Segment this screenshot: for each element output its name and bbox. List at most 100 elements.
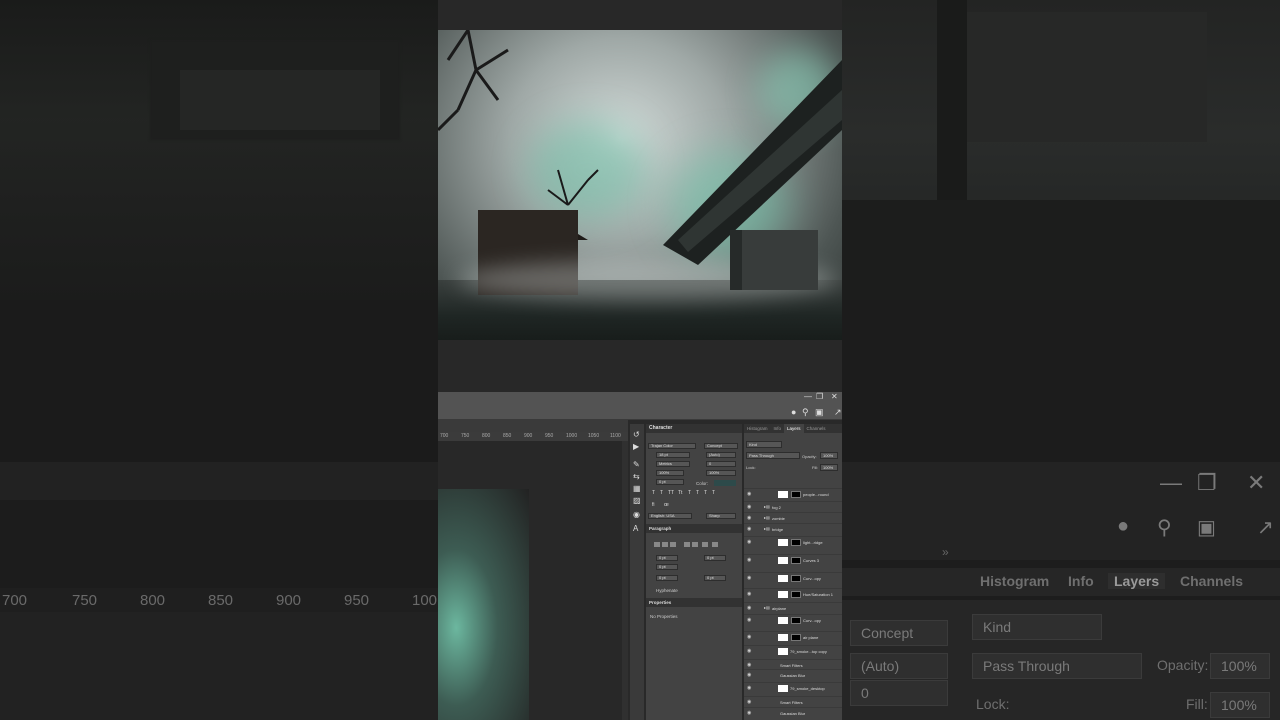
folder-icon[interactable]: ▸▤ — [764, 504, 770, 509]
swatch-icon[interactable]: ▦ — [633, 484, 641, 493]
layer-row[interactable]: ◉ ▸▤ fog 2 — [744, 501, 842, 512]
align-center-icon[interactable] — [662, 542, 668, 547]
horizontal-scale-field[interactable]: 100% — [706, 470, 736, 476]
layer-row[interactable]: ◉ air plane — [744, 631, 842, 642]
layer-mask-thumbnail[interactable] — [791, 634, 801, 641]
document-canvas-zoomed[interactable] — [438, 489, 529, 720]
share-icon[interactable]: ↗ — [834, 407, 842, 418]
layer-row[interactable]: ◉ ▸▤ airplane — [744, 602, 842, 613]
vertical-scale-field[interactable]: 100% — [656, 470, 684, 476]
visibility-eye-icon[interactable]: ◉ — [747, 539, 751, 545]
visibility-eye-icon[interactable]: ◉ — [747, 491, 751, 497]
kind-filter-select[interactable]: Kind — [746, 441, 782, 448]
justify-all-icon[interactable] — [712, 542, 718, 547]
document-canvas[interactable] — [438, 30, 842, 340]
visibility-eye-icon[interactable]: ◉ — [747, 591, 751, 597]
folder-icon[interactable]: ▸▤ — [764, 515, 770, 520]
minimize-icon[interactable]: — — [804, 392, 812, 401]
restore-icon[interactable]: ❐ — [816, 392, 823, 401]
search-icon[interactable]: ⚲ — [802, 407, 809, 418]
layer-row[interactable]: ◉ Hue/Saturation 1 — [744, 588, 842, 599]
folder-icon[interactable]: ▸▤ — [764, 605, 770, 610]
fill-field[interactable]: 100% — [820, 464, 838, 471]
superscript-icon[interactable]: T — [688, 490, 691, 496]
layer-row[interactable]: ◉ Curv...opy — [744, 614, 842, 625]
history-icon[interactable]: ↺ — [633, 430, 640, 439]
tab-layers[interactable]: Layers — [784, 424, 804, 433]
visibility-eye-icon[interactable]: ◉ — [747, 504, 751, 510]
visibility-eye-icon[interactable]: ◉ — [747, 699, 751, 705]
layer-row[interactable]: ◉ light...ridge — [744, 536, 842, 547]
layer-row[interactable]: ◉ Gaussian Blur — [744, 669, 842, 680]
small-caps-icon[interactable]: Tt — [678, 490, 682, 496]
visibility-eye-icon[interactable]: ◉ — [747, 526, 751, 532]
indent-right-field[interactable]: 0 pt — [704, 555, 726, 561]
justify-right-icon[interactable] — [702, 542, 708, 547]
space-before-field[interactable]: 0 pt — [656, 575, 678, 581]
layer-mask-thumbnail[interactable] — [791, 491, 801, 498]
underline-icon[interactable]: T — [704, 490, 707, 496]
opacity-field[interactable]: 100% — [820, 452, 838, 459]
language-select[interactable]: English: USA — [648, 513, 692, 519]
document-tab[interactable] — [438, 420, 628, 432]
layer-row[interactable]: ◉ Gaussian Blur — [744, 707, 842, 718]
layer-mask-thumbnail[interactable] — [791, 591, 801, 598]
visibility-eye-icon[interactable]: ◉ — [747, 605, 751, 611]
layer-row[interactable]: ◉ Curv...opy — [744, 572, 842, 583]
align-left-icon[interactable] — [654, 542, 660, 547]
strikethrough-icon[interactable]: T — [712, 490, 715, 496]
tab-properties[interactable]: Properties — [646, 598, 742, 607]
text-color-swatch[interactable] — [714, 480, 736, 486]
align-right-icon[interactable] — [670, 542, 676, 547]
indent-left-field[interactable]: 0 pt — [656, 555, 678, 561]
hyphenate-checkbox[interactable]: Hyphenate — [656, 588, 678, 593]
layer-row[interactable]: ◉ 79_smoke_desktop — [744, 682, 842, 693]
visibility-eye-icon[interactable]: ◉ — [747, 648, 751, 654]
oldstyle-icon[interactable]: œ — [664, 502, 669, 508]
user-icon[interactable]: ● — [791, 407, 796, 417]
baseline-field[interactable]: 0 pt — [656, 479, 684, 485]
font-style-select[interactable]: Concept — [704, 443, 738, 449]
tab-character[interactable]: Character — [646, 424, 742, 433]
layer-mask-thumbnail[interactable] — [791, 575, 801, 582]
blend-mode-select[interactable]: Pass Through — [746, 452, 800, 459]
tab-info[interactable]: Info — [771, 424, 785, 433]
font-size-field[interactable]: 18 pt — [656, 452, 690, 458]
close-icon[interactable]: ✕ — [831, 392, 838, 401]
layer-row[interactable]: ◉ 79_smoke...top copy — [744, 645, 842, 656]
layer-row[interactable]: ◉ Smart Filters — [744, 696, 842, 707]
layer-row[interactable]: ◉ ▸▤ zombie — [744, 512, 842, 523]
tab-paragraph[interactable]: Paragraph — [646, 524, 742, 533]
visibility-eye-icon[interactable]: ◉ — [747, 685, 751, 691]
brush-icon[interactable]: ✎ — [633, 460, 640, 469]
layer-mask-thumbnail[interactable] — [791, 539, 801, 546]
visibility-eye-icon[interactable]: ◉ — [747, 617, 751, 623]
visibility-eye-icon[interactable]: ◉ — [747, 557, 751, 563]
visibility-eye-icon[interactable]: ◉ — [747, 515, 751, 521]
adjust-icon[interactable]: ⇆ — [633, 472, 640, 481]
folder-icon[interactable]: ▸▤ — [764, 526, 770, 531]
layer-row[interactable]: ◉ Curves 3 — [744, 554, 842, 565]
faux-bold-icon[interactable]: T — [652, 490, 655, 496]
visibility-eye-icon[interactable]: ◉ — [747, 710, 751, 716]
layer-mask-thumbnail[interactable] — [791, 617, 801, 624]
tracking-field[interactable]: 0 — [706, 461, 736, 467]
visibility-eye-icon[interactable]: ◉ — [747, 575, 751, 581]
all-caps-icon[interactable]: TT — [668, 490, 674, 496]
globe-icon[interactable]: ◉ — [633, 510, 640, 519]
antialias-select[interactable]: Sharp — [706, 513, 736, 519]
character-icon[interactable]: A — [633, 524, 638, 533]
layer-row[interactable]: ◉ ▸▤ bridge — [744, 523, 842, 534]
visibility-eye-icon[interactable]: ◉ — [747, 634, 751, 640]
play-icon[interactable]: ▶ — [633, 442, 639, 451]
tab-channels[interactable]: Channels — [804, 424, 829, 433]
indent-first-field[interactable]: 0 pt — [656, 564, 678, 570]
layer-mask-thumbnail[interactable] — [791, 557, 801, 564]
kerning-field[interactable]: Metrics — [656, 461, 690, 467]
visibility-eye-icon[interactable]: ◉ — [747, 672, 751, 678]
visibility-eye-icon[interactable]: ◉ — [747, 662, 751, 668]
justify-center-icon[interactable] — [692, 542, 698, 547]
vertical-scrollbar[interactable] — [622, 441, 628, 720]
tab-histogram[interactable]: Histogram — [744, 424, 771, 433]
workspace-icon[interactable]: ▣ — [815, 407, 824, 418]
